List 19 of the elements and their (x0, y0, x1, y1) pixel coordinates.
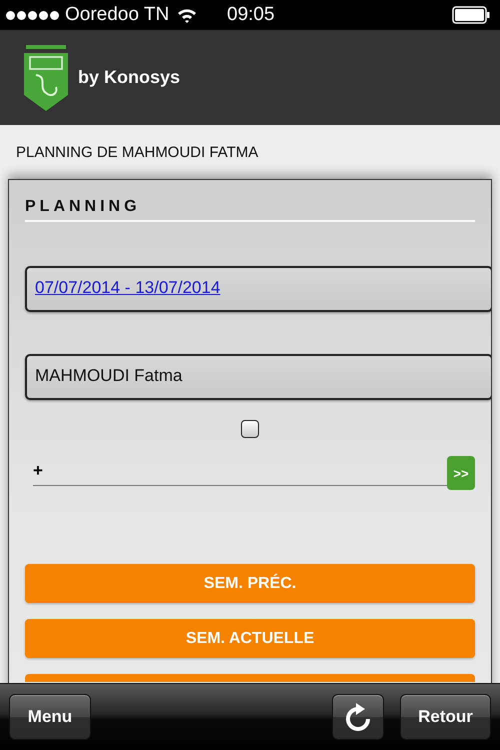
shield-logo-icon (22, 42, 70, 112)
signal-icon (6, 10, 59, 20)
clock-time: 09:05 (227, 4, 275, 26)
employee-select[interactable]: MAHMOUDI Fatma (25, 354, 491, 400)
date-range-field[interactable]: 07/07/2014 - 13/07/2014 (25, 266, 491, 312)
carrier-name: Ooredoo TN (65, 4, 170, 26)
brand-name: by Konosys (78, 67, 180, 88)
page-title: PLANNING DE MAHMOUDI FATMA (15, 143, 260, 163)
wifi-icon (177, 8, 198, 22)
checkbox[interactable] (241, 420, 259, 438)
refresh-icon (345, 703, 371, 731)
refresh-button[interactable] (332, 694, 384, 740)
go-button[interactable]: >> (447, 456, 475, 490)
date-range-link[interactable]: 07/07/2014 - 13/07/2014 (35, 278, 220, 297)
menu-button[interactable]: Menu (9, 694, 91, 740)
back-button[interactable]: Retour (400, 694, 491, 740)
add-input-field[interactable]: + (33, 460, 447, 486)
battery-icon (452, 6, 490, 24)
card-title: PLANNING (25, 196, 475, 222)
